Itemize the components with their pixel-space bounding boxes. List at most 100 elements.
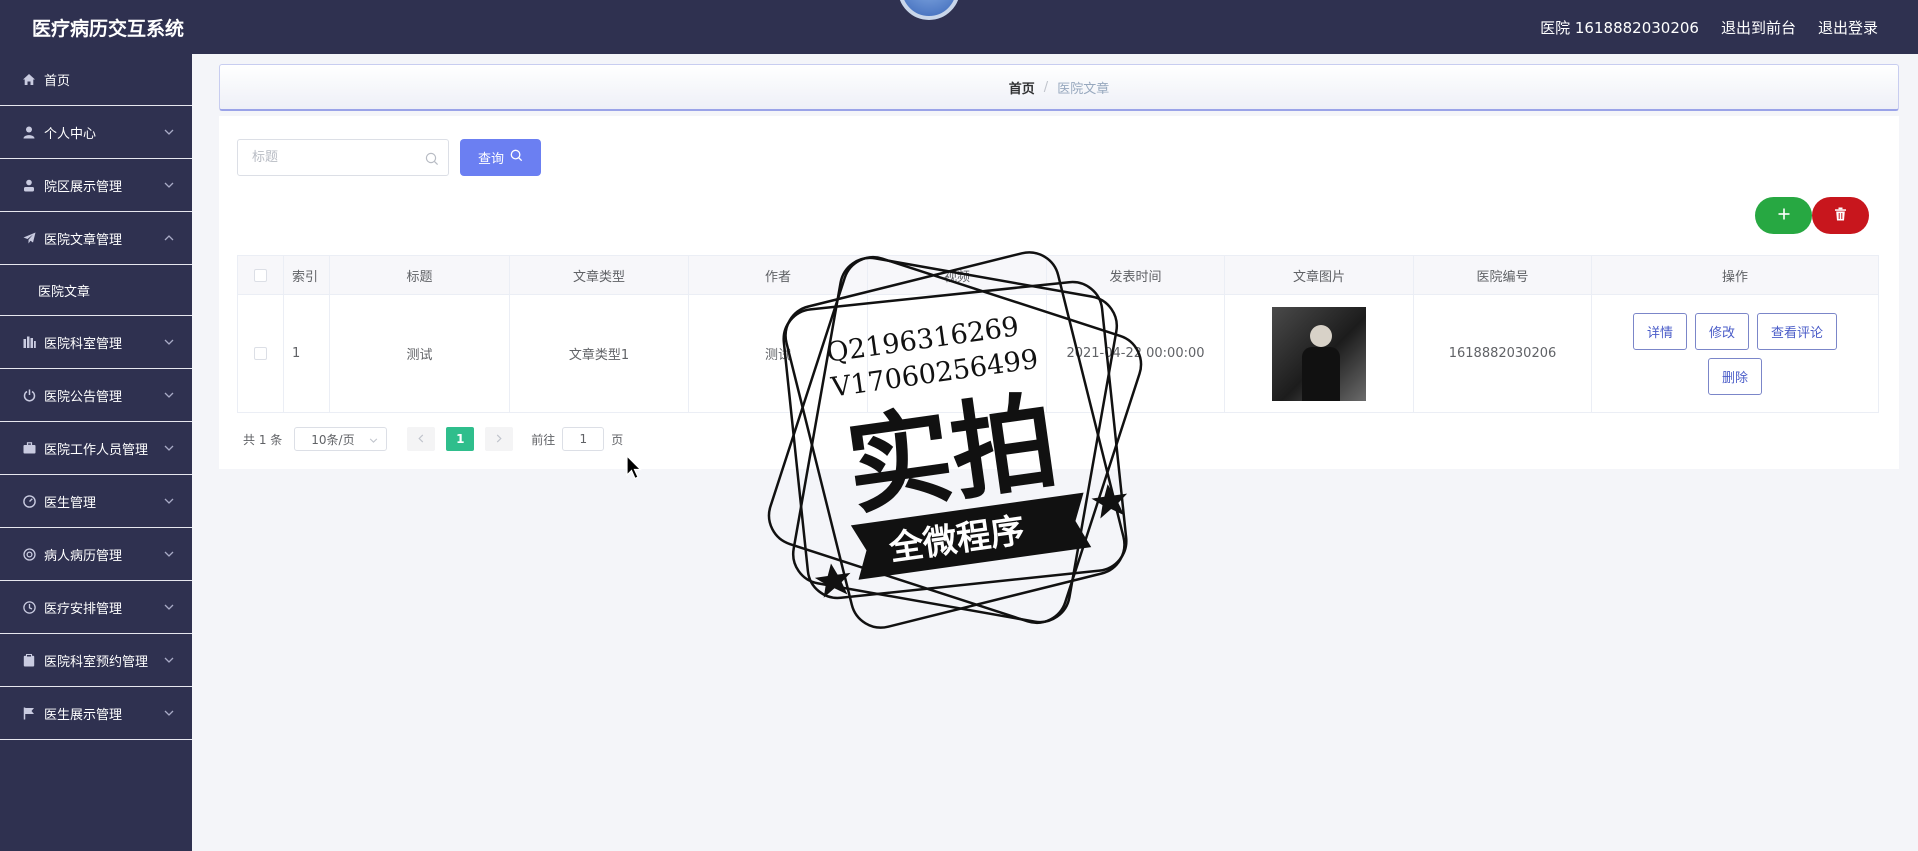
batch-delete-button[interactable] [1812,197,1869,234]
chevron-down-icon [164,602,174,612]
chevron-right-icon [496,432,502,446]
sidebar-item-staff-management[interactable]: 医院工作人员管理 [0,422,192,475]
select-all-cell [237,255,284,295]
sidebar-item-department-management[interactable]: 医院科室管理 [0,316,192,369]
goto-page-input[interactable] [562,427,605,451]
table-row: 1 测试 文章类型1 测试 2021-04-22 00:00:00 161888… [237,294,1879,413]
trash-icon [1834,206,1847,225]
cell-published: 2021-04-22 00:00:00 [1046,294,1225,413]
detail-button[interactable]: 详情 [1632,312,1687,350]
breadcrumb-separator: / [1043,79,1049,95]
column-header: 标题 [329,255,510,295]
page-size-value: 10条/页 [311,432,355,447]
sidebar: 首页 个人中心 院区展示管理 医院文章管理 医院文章 医院科室管理 医院公告管理 [0,54,192,851]
pagination: 共 1 条 10条/页 1 前往 页 [243,427,623,451]
cell-video [867,294,1047,413]
page-size-select[interactable]: 10条/页 [294,427,388,451]
view-comments-button[interactable]: 查看评论 [1757,312,1838,350]
sidebar-subitem-articles[interactable]: 医院文章 [0,265,192,316]
sidebar-item-personal-center[interactable]: 个人中心 [0,106,192,159]
cell-hospital-no: 1618882030206 [1413,294,1592,413]
logout-link[interactable]: 退出登录 [1818,17,1878,38]
header-actions: 医院 1618882030206 退出到前台 退出登录 [1540,17,1878,38]
table-header-row: 索引 标题 文章类型 作者 视频 发表时间 文章图片 医院编号 操作 [237,255,1879,295]
articles-table: 索引 标题 文章类型 作者 视频 发表时间 文章图片 医院编号 操作 1 测试 … [237,255,1879,413]
chevron-down-icon [164,127,174,137]
cell-image [1224,294,1414,413]
sidebar-item-doctor-display[interactable]: 医生展示管理 [0,687,192,740]
current-user-label: 医院 1618882030206 [1540,19,1699,37]
sidebar-item-label: 首页 [44,74,71,89]
chevron-down-icon [164,390,174,400]
pagination-total: 共 1 条 [243,432,283,447]
cell-title: 测试 [329,294,510,413]
column-header: 操作 [1591,255,1879,295]
sidebar-item-label: 医院文章管理 [44,232,123,248]
back-to-front-link[interactable]: 退出到前台 [1721,17,1796,38]
sidebar-item-label: 医生管理 [44,495,97,511]
chevron-down-icon [164,180,174,190]
app-title: 医疗病历交互系统 [32,18,185,40]
user-icon [22,125,36,139]
sidebar-item-treatment-schedule[interactable]: 医疗安排管理 [0,581,192,634]
row-actions: 详情 修改 查看评论 删除 [1630,312,1840,395]
sidebar-item-medical-records[interactable]: 病人病历管理 [0,528,192,581]
article-thumbnail[interactable] [1272,306,1366,401]
home-icon [22,73,36,87]
row-checkbox[interactable] [254,347,267,360]
sidebar-item-campus-display[interactable]: 院区展示管理 [0,159,192,212]
row-select-cell [237,294,284,413]
sidebar-item-label: 医生展示管理 [44,707,123,723]
gauge-icon [22,494,36,508]
breadcrumb-current: 医院文章 [1057,81,1110,97]
flag-icon [22,706,36,720]
page-unit-label: 页 [611,432,624,447]
main-panel: 查询 索引 标题 文章类型 作者 视频 发表时间 [219,116,1899,469]
chevron-down-icon [164,337,174,347]
column-header: 索引 [283,255,330,295]
sidebar-item-doctor-management[interactable]: 医生管理 [0,475,192,528]
chevron-down-icon [164,549,174,559]
send-icon [22,231,36,245]
column-header: 医院编号 [1413,255,1592,295]
chevron-down-icon [369,432,378,446]
sidebar-item-label: 医院工作人员管理 [44,442,149,458]
top-bar: 医疗病历交互系统 医院 1618882030206 退出到前台 退出登录 [0,0,1918,54]
sidebar-item-department-appointments[interactable]: 医院科室预约管理 [0,634,192,687]
cell-index: 1 [283,294,330,413]
delete-button[interactable]: 删除 [1707,357,1762,395]
power-icon [22,388,36,402]
query-button-label: 查询 [477,152,504,167]
sidebar-item-label: 医院科室管理 [44,336,123,352]
sidebar-item-article-management[interactable]: 医院文章管理 [0,212,192,265]
plus-icon [1777,206,1791,225]
goto-label: 前往 [531,432,556,447]
clock-icon [22,600,36,614]
sidebar-item-label: 医院科室预约管理 [44,654,149,670]
page-number-current[interactable]: 1 [446,427,475,451]
select-all-checkbox[interactable] [254,268,267,282]
sidebar-item-label: 医院公告管理 [44,389,123,405]
add-button[interactable] [1755,197,1812,234]
search-icon [510,149,523,166]
chevron-left-icon [418,432,424,446]
breadcrumb-home[interactable]: 首页 [1009,78,1035,97]
sidebar-item-label: 病人病历管理 [44,548,123,564]
column-header: 文章类型 [509,255,689,295]
sidebar-item-label: 院区展示管理 [44,179,123,195]
watermark-banner: 全微程序 [886,510,1027,569]
sidebar-item-home[interactable]: 首页 [0,54,192,106]
briefcase-icon [22,441,36,455]
title-search-input[interactable] [238,140,418,175]
cell-type: 文章类型1 [509,294,689,413]
sidebar-item-notice-management[interactable]: 医院公告管理 [0,369,192,422]
person-icon [22,178,36,192]
query-button[interactable]: 查询 [460,139,541,176]
column-header: 发表时间 [1046,255,1225,295]
prev-page-button[interactable] [407,427,436,451]
settings-icon [22,547,36,561]
next-page-button[interactable] [485,427,514,451]
chevron-down-icon [164,443,174,453]
edit-button[interactable]: 修改 [1694,312,1749,350]
column-header: 视频 [867,255,1047,295]
